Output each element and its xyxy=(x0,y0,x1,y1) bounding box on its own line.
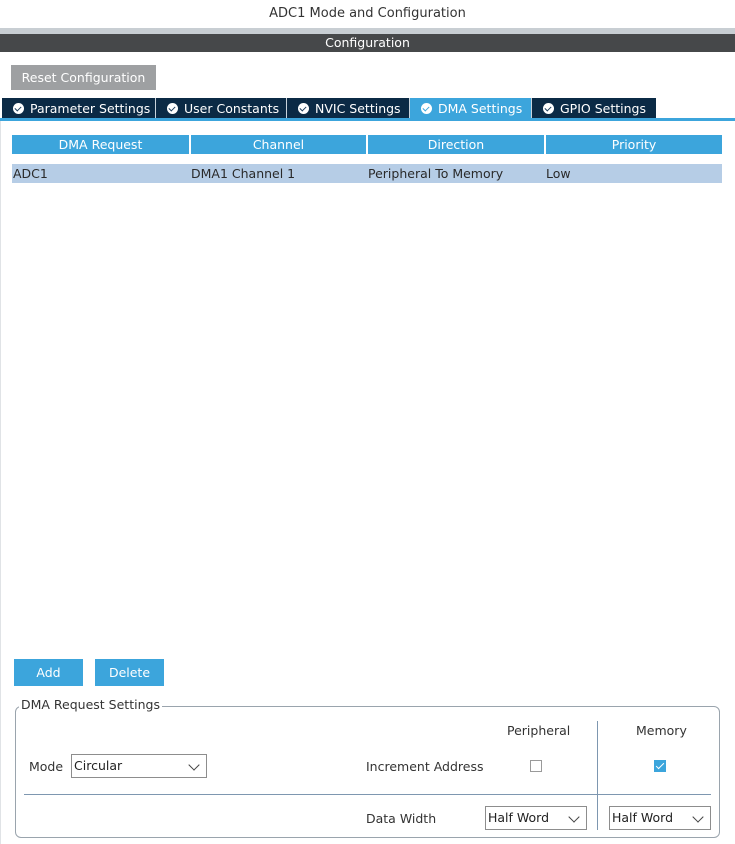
chevron-down-icon xyxy=(568,811,580,823)
tab-underline xyxy=(0,118,735,121)
column-header-dma-request[interactable]: DMA Request xyxy=(12,135,189,154)
group-title: DMA Request Settings xyxy=(19,697,162,713)
add-button[interactable]: Add xyxy=(14,659,83,686)
increment-address-peripheral-checkbox[interactable] xyxy=(530,760,542,772)
cell-priority: Low xyxy=(546,166,571,181)
tab-label: Parameter Settings xyxy=(30,101,151,116)
cell-dma-request: ADC1 xyxy=(13,166,48,181)
check-circle-icon xyxy=(13,103,24,114)
tab-user-constants[interactable]: User Constants xyxy=(156,98,287,119)
check-circle-icon xyxy=(167,103,178,114)
mode-select-value: Circular xyxy=(74,758,123,773)
panel-border xyxy=(0,121,1,844)
check-circle-icon xyxy=(543,103,554,114)
column-header-channel[interactable]: Channel xyxy=(191,135,366,154)
data-width-memory-value: Half Word xyxy=(612,810,674,825)
chevron-down-icon xyxy=(692,811,704,823)
tab-parameter-settings[interactable]: Parameter Settings xyxy=(2,98,156,119)
tab-label: User Constants xyxy=(184,101,280,116)
check-circle-icon xyxy=(421,103,432,114)
cell-channel: DMA1 Channel 1 xyxy=(191,166,296,181)
tab-gpio-settings[interactable]: GPIO Settings xyxy=(532,98,656,119)
row-divider xyxy=(24,794,711,795)
column-header-direction[interactable]: Direction xyxy=(368,135,544,154)
column-divider xyxy=(597,721,598,830)
check-circle-icon xyxy=(298,103,309,114)
data-width-label: Data Width xyxy=(366,811,437,826)
delete-button[interactable]: Delete xyxy=(95,659,164,686)
tab-label: GPIO Settings xyxy=(560,101,646,116)
configuration-header: Configuration xyxy=(0,34,735,52)
cell-direction: Peripheral To Memory xyxy=(368,166,504,181)
tab-nvic-settings[interactable]: NVIC Settings xyxy=(287,98,410,119)
table-row[interactable] xyxy=(12,164,722,183)
mode-label: Mode xyxy=(29,759,64,774)
peripheral-column-label: Peripheral xyxy=(507,723,571,738)
data-width-memory-select[interactable]: Half Word xyxy=(609,806,711,830)
data-width-peripheral-value: Half Word xyxy=(488,810,550,825)
chevron-down-icon xyxy=(188,759,200,771)
reset-configuration-button[interactable]: Reset Configuration xyxy=(11,65,156,90)
tab-dma-settings[interactable]: DMA Settings xyxy=(410,98,532,119)
tab-label: DMA Settings xyxy=(438,101,523,116)
column-header-priority[interactable]: Priority xyxy=(546,135,722,154)
increment-address-label: Increment Address xyxy=(366,759,484,774)
mode-select[interactable]: Circular xyxy=(71,754,207,778)
memory-column-label: Memory xyxy=(636,723,687,738)
increment-address-memory-checkbox[interactable] xyxy=(654,760,666,772)
data-width-peripheral-select[interactable]: Half Word xyxy=(485,806,587,830)
tab-label: NVIC Settings xyxy=(315,101,401,116)
window-title: ADC1 Mode and Configuration xyxy=(269,6,466,21)
